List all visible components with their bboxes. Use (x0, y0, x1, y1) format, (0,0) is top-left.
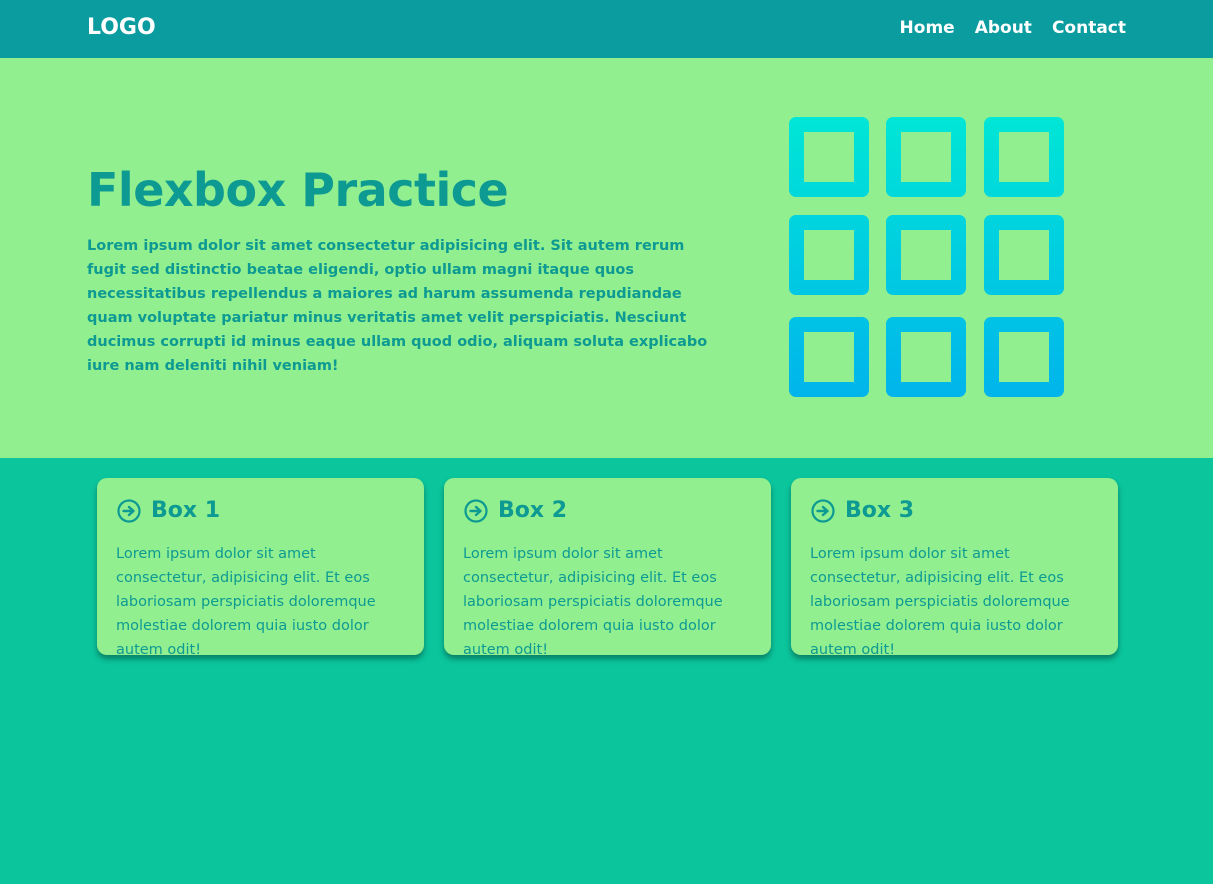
box-header: Box 1 (116, 496, 405, 526)
box-card-3: Box 3 Lorem ipsum dolor sit amet consect… (791, 478, 1118, 658)
hero-text: Lorem ipsum dolor sit amet consectetur a… (87, 238, 708, 374)
arrow-circle-right-icon (117, 499, 141, 523)
box-text: Lorem ipsum dolor sit amet consectetur, … (810, 546, 1070, 658)
box-header: Box 2 (463, 496, 752, 526)
grid-icon (788, 117, 1066, 399)
box-card-1: Box 1 Lorem ipsum dolor sit amet consect… (97, 478, 424, 658)
logo[interactable]: LOGO (87, 13, 156, 43)
box-card-2: Box 2 Lorem ipsum dolor sit amet consect… (444, 478, 771, 658)
nav-link-home[interactable]: Home (900, 14, 955, 42)
hero-title: Flexbox Practice (87, 163, 509, 217)
navbar: LOGO Home About Contact (0, 0, 1213, 58)
nav-link-about[interactable]: About (975, 14, 1032, 42)
box-title: Box 3 (845, 498, 915, 523)
box-title: Box 1 (151, 498, 221, 523)
hero-section: Flexbox Practice Lorem ipsum dolor sit a… (0, 58, 1213, 458)
arrow-circle-right-icon (811, 499, 835, 523)
boxes-row: Box 1 Lorem ipsum dolor sit amet consect… (97, 478, 1118, 658)
nav-link-contact[interactable]: Contact (1052, 14, 1126, 42)
box-header: Box 3 (810, 496, 1099, 526)
box-title: Box 2 (498, 498, 568, 523)
box-text: Lorem ipsum dolor sit amet consectetur, … (116, 546, 376, 658)
box-text: Lorem ipsum dolor sit amet consectetur, … (463, 546, 723, 658)
nav-links: Home About Contact (900, 14, 1126, 42)
arrow-circle-right-icon (464, 499, 488, 523)
